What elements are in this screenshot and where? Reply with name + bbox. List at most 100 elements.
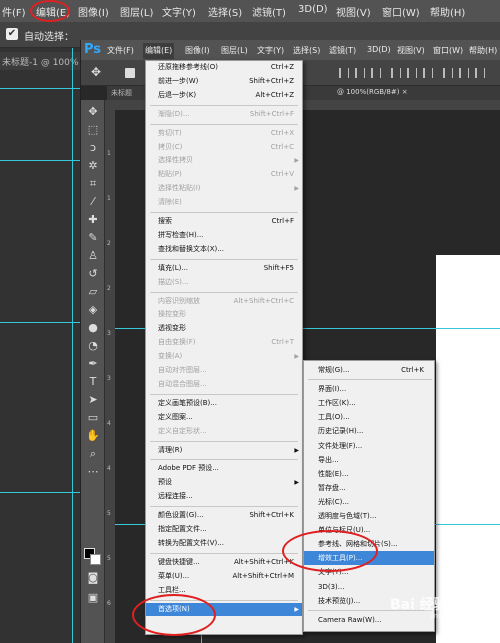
preferences-menu-item[interactable]: 工具(O)... <box>304 410 434 424</box>
edit-menu-item[interactable]: 菜单(U)... Alt+Shift+Ctrl+M <box>146 570 302 583</box>
eyedropper-icon[interactable]: ⁄ <box>85 194 101 210</box>
type-tool-icon[interactable]: T <box>85 374 101 390</box>
hand-tool-icon[interactable]: ✋ <box>85 428 101 444</box>
preferences-menu-item[interactable]: 透明度与色域(T)... <box>304 509 434 523</box>
marquee-tool-icon[interactable]: ⬚ <box>85 122 101 138</box>
preferences-menu-item[interactable]: 导出... <box>304 453 434 467</box>
auto-select-checkbox[interactable]: ✔ <box>6 28 18 40</box>
edit-menu-item[interactable]: 选择性粘贴(I) ▶ <box>146 182 302 195</box>
menu-3d[interactable]: 3D(D) <box>367 45 391 54</box>
zoom-tool-icon[interactable]: ⌕ <box>85 446 101 462</box>
bg-menu-file[interactable]: 件(F) <box>2 4 26 19</box>
edit-menu-item[interactable]: 预设 ▶ <box>146 476 302 489</box>
edit-menu-item[interactable]: 转换为配置文件(V)... <box>146 537 302 550</box>
clone-stamp-icon[interactable]: ♙ <box>85 248 101 264</box>
edit-menu-item[interactable]: 变换(A) ▶ <box>146 350 302 363</box>
distribute-icon[interactable] <box>443 68 453 78</box>
bg-menu-help[interactable]: 帮助(H) <box>430 4 465 19</box>
align-middle-icon[interactable] <box>407 68 417 78</box>
edit-menu-item[interactable]: 键盘快捷键... Alt+Shift+Ctrl+K <box>146 556 302 569</box>
edit-menu-item[interactable]: 拷贝(C) Ctrl+C <box>146 141 302 154</box>
bg-menu-type[interactable]: 文字(Y) <box>162 4 196 19</box>
crop-tool-icon[interactable]: ⌗ <box>85 176 101 192</box>
edit-menu-item[interactable]: 透视变形 <box>146 322 302 335</box>
edit-menu-item[interactable]: 自动对齐图层... <box>146 364 302 377</box>
edit-menu-item[interactable]: 指定配置文件... <box>146 523 302 536</box>
edit-menu-item[interactable]: 拼写检查(H)... <box>146 229 302 242</box>
auto-select-checkbox[interactable] <box>125 68 135 78</box>
edit-menu-item[interactable]: 搜索 Ctrl+F <box>146 215 302 228</box>
document-canvas[interactable] <box>436 255 500 643</box>
preferences-menu-item[interactable]: 3D(3)... <box>304 580 434 594</box>
healing-brush-icon[interactable]: ✚ <box>85 212 101 228</box>
edit-menu-item[interactable]: 定义图案... <box>146 411 302 424</box>
menu-layer[interactable]: 图层(L) <box>221 45 248 56</box>
screen-mode-icon[interactable]: ▣ <box>85 590 101 606</box>
edit-menu-item[interactable]: 粘贴(P) Ctrl+V <box>146 168 302 181</box>
preferences-menu-item[interactable]: 常规(G)... Ctrl+K <box>304 363 434 377</box>
magic-wand-icon[interactable]: ✲ <box>85 158 101 174</box>
edit-menu-item[interactable]: 操控变形 <box>146 308 302 321</box>
preferences-menu-item[interactable]: 性能(E)... <box>304 467 434 481</box>
move-tool-icon[interactable]: ✥ <box>91 65 101 79</box>
brush-tool-icon[interactable]: ✎ <box>85 230 101 246</box>
edit-menu-item[interactable]: 还原拖移参考线(O) Ctrl+Z <box>146 61 302 74</box>
more-tools-icon[interactable]: ⋯ <box>85 464 101 480</box>
bg-menu-layer[interactable]: 图层(L) <box>120 4 153 19</box>
menu-select[interactable]: 选择(S) <box>293 45 320 56</box>
edit-menu-item[interactable]: 描边(S)... <box>146 276 302 289</box>
menu-help[interactable]: 帮助(H) <box>469 45 497 56</box>
menu-window[interactable]: 窗口(W) <box>433 45 463 56</box>
distribute-icon[interactable] <box>475 68 485 78</box>
preferences-menu-item[interactable]: 工作区(K)... <box>304 396 434 410</box>
bg-menu-filter[interactable]: 滤镜(T) <box>252 4 286 19</box>
align-right-icon[interactable] <box>371 68 381 78</box>
bg-menu-3d[interactable]: 3D(D) <box>298 4 328 15</box>
quick-mask-icon[interactable]: ◙ <box>85 570 101 586</box>
bg-menu-window[interactable]: 窗口(W) <box>382 4 420 19</box>
bg-menu-view[interactable]: 视图(V) <box>336 4 371 19</box>
menu-image[interactable]: 图像(I) <box>185 45 210 56</box>
paint-bucket-icon[interactable]: ◈ <box>85 302 101 318</box>
menu-file[interactable]: 文件(F) <box>107 45 134 56</box>
menu-type[interactable]: 文字(Y) <box>257 45 284 56</box>
preferences-menu-item[interactable]: 暂存盘... <box>304 481 434 495</box>
preferences-menu-item[interactable]: 光标(C)... <box>304 495 434 509</box>
edit-menu-item[interactable]: 定义自定形状... <box>146 425 302 438</box>
history-brush-icon[interactable]: ↺ <box>85 266 101 282</box>
edit-menu-item[interactable]: 选择性拷贝 ▶ <box>146 154 302 167</box>
edit-menu-item[interactable]: 清理(R) ▶ <box>146 444 302 457</box>
edit-menu-item[interactable]: 前进一步(W) Shift+Ctrl+Z <box>146 75 302 88</box>
menu-edit[interactable]: 编辑(E) <box>143 43 175 59</box>
blur-tool-icon[interactable]: ● <box>85 320 101 336</box>
edit-menu-item[interactable]: Adobe PDF 预设... <box>146 462 302 475</box>
preferences-menu-item[interactable]: Camera Raw(W)... <box>304 613 434 627</box>
edit-menu-item[interactable]: 远程连接... <box>146 490 302 503</box>
edit-menu-item[interactable]: 查找和替换文本(X)... <box>146 243 302 256</box>
edit-menu-item[interactable]: 内容识别缩放 Alt+Shift+Ctrl+C <box>146 295 302 308</box>
align-bottom-icon[interactable] <box>423 68 433 78</box>
distribute-icon[interactable] <box>459 68 469 78</box>
preferences-menu-item[interactable]: 文件处理(F)... <box>304 439 434 453</box>
edit-menu-item[interactable]: 自动混合图层... <box>146 378 302 391</box>
edit-menu-item[interactable]: 填充(L)... Shift+F5 <box>146 262 302 275</box>
align-center-icon[interactable] <box>355 68 365 78</box>
dodge-tool-icon[interactable]: ◔ <box>85 338 101 354</box>
path-select-icon[interactable]: ➤ <box>85 392 101 408</box>
background-doc-tab[interactable]: 未标题-1 @ 100% ( <box>0 52 80 70</box>
edit-menu-item[interactable]: 渐隐(D)... Shift+Ctrl+F <box>146 108 302 121</box>
edit-menu-item[interactable]: 颜色设置(G)... Shift+Ctrl+K <box>146 509 302 522</box>
bg-menu-image[interactable]: 图像(I) <box>78 4 109 19</box>
rectangle-tool-icon[interactable]: ▭ <box>85 410 101 426</box>
eraser-icon[interactable]: ▱ <box>85 284 101 300</box>
align-top-icon[interactable] <box>391 68 401 78</box>
edit-menu-item[interactable]: 自由变换(F) Ctrl+T <box>146 336 302 349</box>
preferences-menu-item[interactable]: 历史记录(H)... <box>304 424 434 438</box>
edit-menu-item[interactable]: 定义画笔预设(B)... <box>146 397 302 410</box>
edit-menu-item[interactable]: 清除(E) <box>146 196 302 209</box>
lasso-tool-icon[interactable]: ↄ <box>85 140 101 156</box>
pen-tool-icon[interactable]: ✒ <box>85 356 101 372</box>
edit-menu-item[interactable]: 后退一步(K) Alt+Ctrl+Z <box>146 89 302 102</box>
preferences-menu-item[interactable]: 界面(I)... <box>304 382 434 396</box>
edit-menu-item[interactable]: 剪切(T) Ctrl+X <box>146 127 302 140</box>
